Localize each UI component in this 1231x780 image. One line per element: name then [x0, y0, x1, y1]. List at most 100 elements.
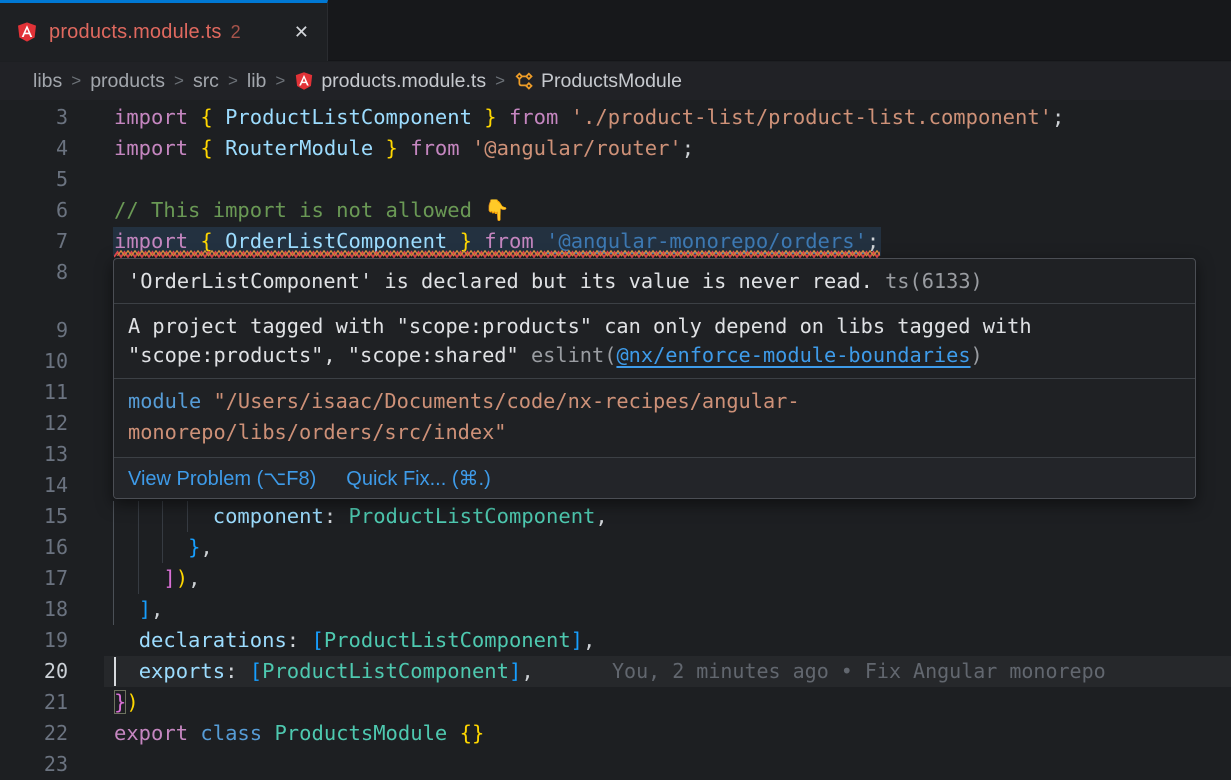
code-line-23[interactable]: 23	[0, 749, 1231, 780]
code-token: component	[213, 504, 324, 528]
eslint-message-line1: A project tagged with "scope:products" c…	[128, 312, 1181, 341]
code-line-3[interactable]: 3 import { ProductListComponent } from '.…	[0, 102, 1231, 133]
code-line-20[interactable]: 20 exports: [ProductListComponent],You, …	[0, 656, 1231, 687]
breadcrumb-item-libs[interactable]: libs	[33, 70, 62, 93]
line-content: export class ProductsModule {}	[114, 718, 484, 749]
code-line-19[interactable]: 19 declarations: [ProductListComponent],	[0, 625, 1231, 656]
line-number: 21	[0, 687, 68, 718]
code-token: ,	[583, 628, 595, 652]
chevron-right-icon: >	[62, 71, 90, 91]
code-line-22[interactable]: 22 export class ProductsModule {}	[0, 718, 1231, 749]
code-token: import	[114, 136, 200, 160]
breadcrumb-item-productsmodule[interactable]: ProductsModule	[514, 70, 682, 93]
line-number: 9	[0, 315, 68, 346]
breadcrumb-item-lib[interactable]: lib	[247, 70, 267, 93]
line-number: 16	[0, 532, 68, 563]
ts-diagnostic-code: ts(6133)	[885, 269, 983, 293]
line-number: 5	[0, 164, 68, 195]
tab-products-module[interactable]: products.module.ts 2 ✕	[0, 0, 328, 61]
code-line-21[interactable]: 21})	[0, 687, 1231, 718]
line-number: 3	[0, 102, 68, 133]
angular-icon	[294, 71, 314, 91]
line-number: 18	[0, 594, 68, 625]
line-number: 4	[0, 133, 68, 164]
angular-icon	[16, 21, 38, 43]
breadcrumb-label: products.module.ts	[321, 70, 486, 93]
line-content: // This import is not allowed 👇	[114, 195, 510, 226]
code-token: export	[114, 721, 200, 745]
breadcrumb-item-products[interactable]: products	[90, 70, 165, 93]
code-token: './product-list/product-list.component'	[571, 105, 1052, 129]
code-token: // This import is not allowed 👇	[114, 198, 510, 222]
code-token: ,	[151, 597, 163, 621]
code-token: :	[324, 504, 349, 528]
line-content: component: ProductListComponent,	[114, 501, 608, 532]
code-token: )	[126, 690, 138, 714]
code-token: RouterModule	[225, 136, 373, 160]
eslint-message-line2: "scope:products", "scope:shared"	[128, 343, 531, 367]
quick-fix-action[interactable]: Quick Fix... (⌘.)	[346, 466, 490, 491]
line-number: 7	[0, 226, 68, 257]
git-blame-annotation: You, 2 minutes ago • Fix Angular monorep…	[612, 656, 1106, 687]
line-number: 22	[0, 718, 68, 749]
code-line-15[interactable]: 15 component: ProductListComponent,	[0, 501, 1231, 532]
code-token: '@angular/router'	[472, 136, 682, 160]
code-token: ;	[1052, 105, 1064, 129]
line-number: 12	[0, 408, 68, 439]
module-path-line2: monorepo/libs/orders/src/index"	[128, 420, 507, 444]
breadcrumb-item-products-module-ts[interactable]: products.module.ts	[294, 70, 486, 93]
code-token: ,	[200, 535, 212, 559]
eslint-rule-link[interactable]: @nx/enforce-module-boundaries	[616, 343, 970, 367]
breadcrumb-label: lib	[247, 70, 267, 93]
ts-diagnostic: 'OrderListComponent' is declared but its…	[114, 259, 1195, 303]
code-token: ,	[188, 566, 200, 590]
line-content: import { RouterModule } from '@angular/r…	[114, 133, 694, 164]
code-token: ProductsModule	[274, 721, 459, 745]
line-content: })	[114, 687, 139, 718]
line-content: },	[114, 532, 213, 563]
code-token: }	[472, 105, 509, 129]
line-number: 11	[0, 377, 68, 408]
hover-widget: 'OrderListComponent' is declared but its…	[113, 258, 1196, 499]
code-line-4[interactable]: 4 import { RouterModule } from '@angular/…	[0, 133, 1231, 164]
code-token: ,	[595, 504, 607, 528]
code-line-18[interactable]: 18 ],	[0, 594, 1231, 625]
code-token: }	[373, 136, 410, 160]
vscode-window: products.module.ts 2 ✕ libs>products>src…	[0, 0, 1231, 780]
view-problem-action[interactable]: View Problem (⌥F8)	[128, 466, 316, 491]
line-number: 13	[0, 439, 68, 470]
breadcrumb-label: ProductsModule	[541, 70, 682, 93]
line-number: 14	[0, 470, 68, 501]
code-token: ]	[571, 628, 583, 652]
code-token: from	[410, 136, 472, 160]
code-line-5[interactable]: 5	[0, 164, 1231, 195]
chevron-right-icon: >	[165, 71, 193, 91]
code-token: :	[287, 628, 312, 652]
code-line-17[interactable]: 17 ]),	[0, 563, 1231, 594]
line-content: exports: [ProductListComponent],	[114, 656, 534, 687]
code-line-16[interactable]: 16 },	[0, 532, 1231, 563]
code-token: ProductListComponent	[324, 628, 571, 652]
text-cursor	[114, 657, 116, 686]
close-icon[interactable]: ✕	[290, 20, 313, 45]
line-content: import { ProductListComponent } from './…	[114, 102, 1064, 133]
breadcrumb-label: products	[90, 70, 165, 93]
code-token: declarations	[139, 628, 287, 652]
code-token	[114, 566, 163, 590]
code-token: class	[200, 721, 274, 745]
ts-diagnostic-message: 'OrderListComponent' is declared but its…	[128, 269, 873, 293]
code-line-7[interactable]: 7import { OrderListComponent } from '@an…	[0, 226, 1231, 257]
eslint-diagnostic: A project tagged with "scope:products" c…	[114, 303, 1195, 378]
code-token: :	[225, 659, 250, 683]
tab-title: products.module.ts	[49, 21, 222, 44]
code-line-6[interactable]: 6 // This import is not allowed 👇	[0, 195, 1231, 226]
line-number: 8	[0, 257, 68, 288]
code-token: {}	[460, 721, 485, 745]
line-number: 6	[0, 195, 68, 226]
code-token: ,	[521, 659, 533, 683]
code-token	[114, 659, 139, 683]
code-token: }	[188, 535, 200, 559]
chevron-right-icon: >	[486, 71, 514, 91]
breadcrumb-item-src[interactable]: src	[193, 70, 219, 93]
code-token: {	[200, 105, 225, 129]
